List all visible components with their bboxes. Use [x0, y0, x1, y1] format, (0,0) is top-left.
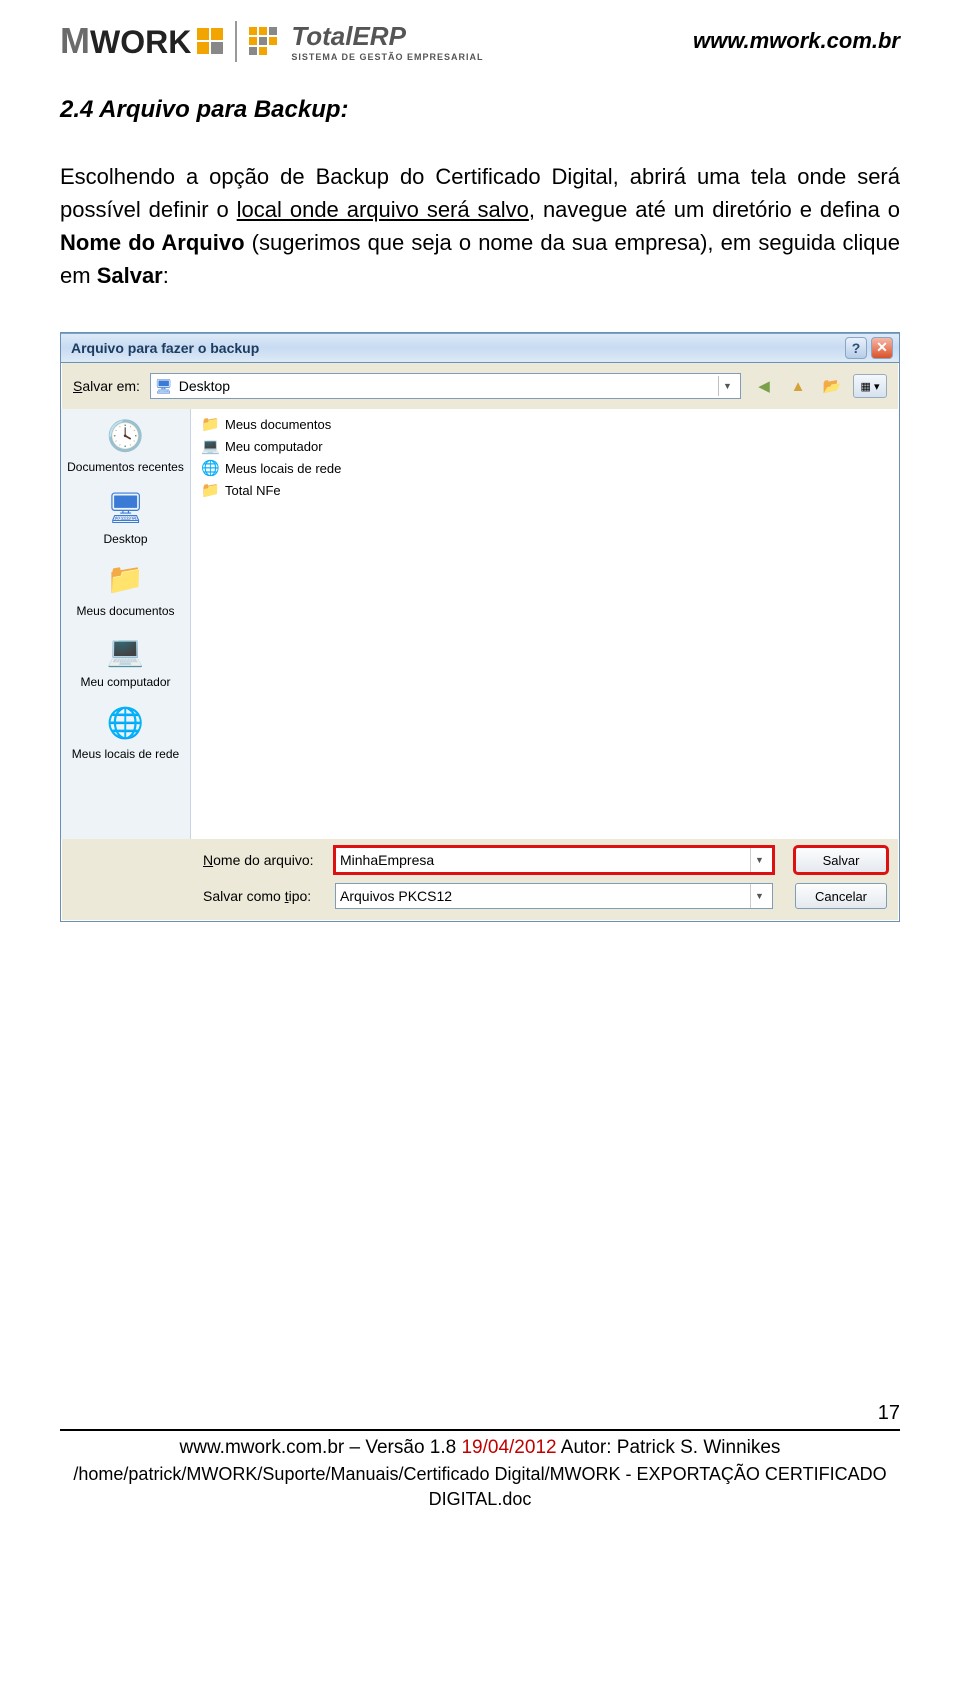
desktop-icon: 🖥: [104, 489, 148, 529]
file-list[interactable]: 📁 Meus documentos 💻 Meu computador 🌐 Meu…: [191, 409, 899, 839]
section-paragraph: Escolhendo a opção de Backup do Certific…: [60, 160, 900, 292]
savein-value: Desktop: [179, 378, 230, 394]
savein-combo[interactable]: 🖥 Desktop ▼: [150, 373, 741, 399]
new-folder-icon[interactable]: 📂: [819, 373, 845, 399]
filename-input[interactable]: MinhaEmpresa ▼: [335, 847, 773, 873]
section-title: 2.4 Arquivo para Backup:: [60, 96, 900, 124]
chevron-down-icon[interactable]: ▼: [718, 376, 736, 396]
footer-divider: [60, 1429, 900, 1431]
footer-path: /home/patrick/MWORK/Suporte/Manuais/Cert…: [60, 1462, 900, 1512]
site-url: www.mwork.com.br: [693, 28, 900, 54]
dialog-titlebar: Arquivo para fazer o backup ? ✕: [61, 333, 899, 363]
list-item[interactable]: 📁 Meus documentos: [199, 413, 891, 435]
dialog-title: Arquivo para fazer o backup: [71, 340, 259, 356]
documents-icon: 📁: [104, 561, 148, 601]
network-icon: 🌐: [104, 704, 148, 744]
savein-label: Salvar em:: [73, 378, 140, 394]
recent-docs-icon: 🕓: [104, 417, 148, 457]
footer-date: 19/04/2012: [461, 1437, 556, 1458]
footer-url: www.mwork.com.br: [180, 1437, 345, 1458]
logo-totalerp-tagline: SISTEMA DE GESTÃO EMPRESARIAL: [291, 52, 483, 62]
up-folder-icon[interactable]: ▲: [785, 373, 811, 399]
network-icon: 🌐: [201, 459, 219, 477]
chevron-down-icon[interactable]: ▼: [750, 884, 768, 908]
place-recent[interactable]: 🕓 Documentos recentes: [65, 417, 186, 475]
list-item[interactable]: 💻 Meu computador: [199, 435, 891, 457]
logo-mwork-squares-icon: [197, 28, 223, 54]
logo-totalerp: TotalERP SISTEMA DE GESTÃO EMPRESARIAL: [235, 21, 483, 62]
computer-icon: 💻: [104, 632, 148, 672]
place-mycomputer[interactable]: 💻 Meu computador: [65, 632, 186, 690]
help-button[interactable]: ?: [845, 337, 867, 359]
filetype-label: Salvar como tipo:: [203, 888, 323, 904]
save-button[interactable]: Salvar: [795, 847, 887, 873]
cancel-button[interactable]: Cancelar: [795, 883, 887, 909]
save-dialog: Arquivo para fazer o backup ? ✕ Salvar e…: [60, 332, 900, 922]
places-bar: 🕓 Documentos recentes 🖥 Desktop 📁 Meus d…: [61, 409, 191, 839]
page-number: 17: [60, 1402, 900, 1425]
logo-mwork: MWORK: [60, 20, 223, 62]
chevron-down-icon[interactable]: ▼: [750, 848, 768, 872]
filetype-combo[interactable]: Arquivos PKCS12 ▼: [335, 883, 773, 909]
folder-icon: 📁: [201, 415, 219, 433]
list-item[interactable]: 📁 Total NFe: [199, 479, 891, 501]
list-item[interactable]: 🌐 Meus locais de rede: [199, 457, 891, 479]
logo-totalerp-squares-icon: [249, 27, 285, 55]
place-desktop[interactable]: 🖥 Desktop: [65, 489, 186, 547]
back-icon[interactable]: ◀: [751, 373, 777, 399]
desktop-icon: 🖥: [155, 378, 173, 395]
computer-icon: 💻: [201, 437, 219, 455]
place-network[interactable]: 🌐 Meus locais de rede: [65, 704, 186, 762]
filename-label: Nome do arquivo:: [203, 852, 323, 868]
page-footer: www.mwork.com.br – Versão 1.8 19/04/2012…: [60, 1435, 900, 1512]
place-mydocs[interactable]: 📁 Meus documentos: [65, 561, 186, 619]
page-header: MWORK TotalERP SISTEMA DE GESTÃO EMPRESA…: [60, 20, 900, 72]
folder-icon: 📁: [201, 481, 219, 499]
logo-totalerp-text: TotalERP: [291, 21, 406, 51]
close-button[interactable]: ✕: [871, 337, 893, 359]
views-button[interactable]: ▦ ▾: [853, 374, 887, 398]
